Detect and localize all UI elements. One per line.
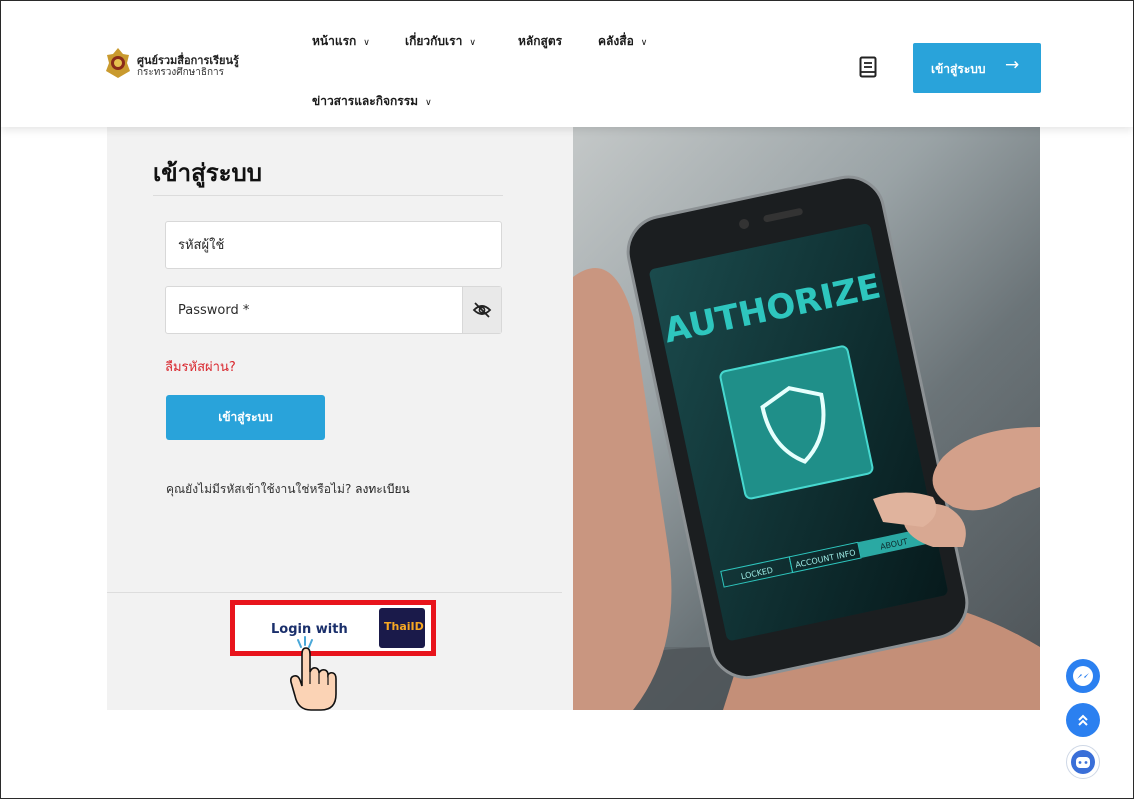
- chevrons-up-icon: [1078, 714, 1088, 726]
- title-divider: [153, 195, 503, 196]
- header-login-label: เข้าสู่ระบบ: [931, 62, 986, 76]
- panel-divider: [107, 592, 562, 593]
- logo-subtitle: กระทรวงศึกษาธิการ: [137, 67, 225, 78]
- nav-news-label: ข่าวสารและกิจกรรม: [312, 94, 419, 108]
- scroll-to-top-button[interactable]: [1066, 703, 1100, 737]
- login-title: เข้าสู่ระบบ: [153, 159, 262, 187]
- nav-home[interactable]: หน้าแรก ∨: [312, 32, 370, 51]
- register-link[interactable]: ลงทะเบียน: [355, 482, 410, 496]
- login-submit-button[interactable]: เข้าสู่ระบบ: [166, 395, 325, 440]
- username-field[interactable]: [165, 221, 502, 269]
- messenger-icon: [1073, 666, 1093, 686]
- nav-media-library-label: คลังสื่อ: [598, 34, 634, 48]
- ministry-seal-icon: [106, 48, 130, 78]
- hero-photo: AUTHORIZE LOCKED ACCOUNT INFO ABOUT: [573, 127, 1040, 710]
- chatbot-button[interactable]: [1066, 745, 1100, 779]
- messenger-button[interactable]: [1066, 659, 1100, 693]
- header-login-button[interactable]: เข้าสู่ระบบ →: [913, 43, 1041, 93]
- site-header: ศูนย์รวมสื่อการเรียนรู้ กระทรวงศึกษาธิกา…: [1, 1, 1133, 127]
- password-toggle-button[interactable]: [462, 287, 501, 333]
- nav-media-library[interactable]: คลังสื่อ ∨: [598, 32, 647, 51]
- chevron-down-icon: ∨: [469, 38, 476, 48]
- pointing-hand-icon: [290, 636, 337, 711]
- chevron-down-icon: ∨: [363, 38, 370, 48]
- nav-about[interactable]: เกี่ยวกับเรา ∨: [405, 32, 476, 51]
- phone-illustration: AUTHORIZE LOCKED ACCOUNT INFO ABOUT: [573, 175, 1040, 710]
- thaid-logo: ThaiID: [379, 608, 425, 648]
- username-input[interactable]: [166, 222, 468, 268]
- password-input[interactable]: [166, 287, 468, 333]
- chevron-down-icon: ∨: [425, 98, 432, 108]
- forgot-password-link[interactable]: ลืมรหัสผ่าน?: [165, 356, 236, 377]
- chevron-down-icon: ∨: [640, 38, 648, 48]
- arrow-right-icon: →: [1005, 55, 1020, 75]
- register-prompt-text: คุณยังไม่มีรหัสเข้าใช้งานใช่หรือไม่?: [166, 482, 352, 496]
- nav-news[interactable]: ข่าวสารและกิจกรรม ∨: [312, 92, 432, 111]
- book-icon[interactable]: [859, 56, 877, 78]
- nav-about-label: เกี่ยวกับเรา: [405, 34, 463, 48]
- eye-off-icon: [472, 302, 492, 318]
- chatbot-icon: [1071, 750, 1095, 774]
- register-prompt: คุณยังไม่มีรหัสเข้าใช้งานใช่หรือไม่? ลงท…: [166, 480, 410, 499]
- site-logo[interactable]: ศูนย์รวมสื่อการเรียนรู้ กระทรวงศึกษาธิกา…: [105, 45, 265, 85]
- nav-curriculum-label: หลักสูตร: [518, 34, 563, 48]
- thaid-logo-text: ThaiID: [384, 620, 424, 633]
- password-field[interactable]: [165, 286, 502, 334]
- nav-curriculum[interactable]: หลักสูตร: [518, 32, 562, 51]
- nav-home-label: หน้าแรก: [312, 34, 357, 48]
